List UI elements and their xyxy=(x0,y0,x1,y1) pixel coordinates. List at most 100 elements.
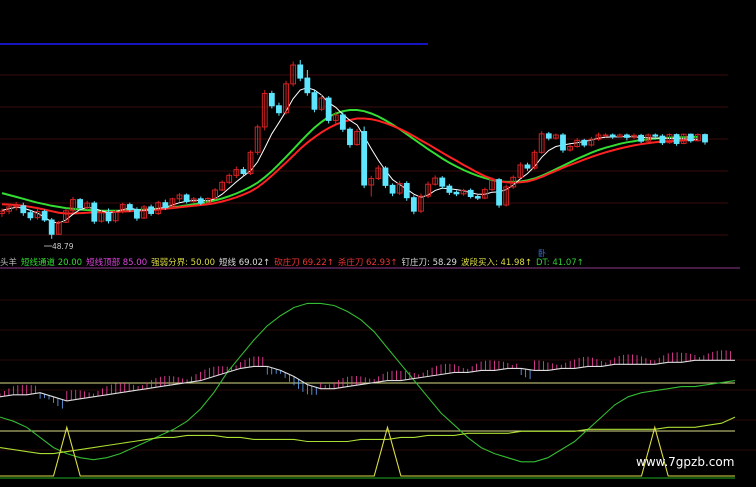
candle-body xyxy=(439,177,446,187)
candle xyxy=(531,150,538,170)
candle xyxy=(176,193,183,202)
candle xyxy=(446,183,453,195)
candle xyxy=(183,193,190,204)
candle xyxy=(588,136,595,147)
indicator-legend-item: 杀庄刀 62.93↑ xyxy=(337,258,398,268)
candle xyxy=(595,132,602,141)
candle-body xyxy=(389,184,396,194)
candle xyxy=(538,131,545,154)
candle xyxy=(602,133,609,138)
chart-canvas xyxy=(0,43,756,479)
candle-body xyxy=(325,97,332,121)
candle-body xyxy=(496,179,502,206)
candle xyxy=(347,127,353,148)
candle xyxy=(375,165,382,180)
candle xyxy=(467,188,474,199)
candle xyxy=(354,128,360,146)
candle xyxy=(489,177,495,192)
candle-body xyxy=(560,134,566,151)
candle-body xyxy=(382,167,389,186)
candle xyxy=(70,196,76,213)
candle xyxy=(460,188,467,196)
watermark: www.7gpzb.com xyxy=(636,455,735,469)
candle-body xyxy=(673,134,680,144)
candle-body xyxy=(702,134,708,143)
candle xyxy=(311,90,318,113)
candle xyxy=(389,183,396,197)
candle-body xyxy=(602,134,609,137)
indicator-series-line-3 xyxy=(0,425,735,477)
candle xyxy=(219,180,226,192)
candle-body xyxy=(524,164,531,169)
candle xyxy=(226,173,233,185)
candle-body xyxy=(183,194,190,203)
candle xyxy=(276,102,282,116)
candle xyxy=(439,176,446,189)
candle xyxy=(403,181,410,201)
candle xyxy=(432,175,439,186)
candle-body xyxy=(311,92,318,110)
candle-body xyxy=(148,206,155,214)
candle-body xyxy=(304,77,311,94)
candle xyxy=(261,90,268,131)
candle-body xyxy=(77,199,84,209)
indicator-legend-item: 砍庄刀 69.22↑ xyxy=(274,258,334,268)
candle xyxy=(141,205,147,219)
date-marker-label: 卧 xyxy=(538,249,546,258)
candle-body xyxy=(474,196,481,199)
candle xyxy=(368,175,375,197)
candle-body xyxy=(105,212,112,222)
candle xyxy=(283,80,289,115)
candle xyxy=(268,90,275,109)
candle-body xyxy=(467,189,474,198)
candle-body xyxy=(687,133,694,142)
candle xyxy=(304,70,311,96)
candle-body xyxy=(162,202,169,209)
indicator-series-line-1 xyxy=(0,416,736,455)
indicator-legend-item: 强弱分界: 50.00 xyxy=(151,258,216,268)
candle xyxy=(339,112,346,132)
indicator-legend-item: 短线 69.02↑ xyxy=(219,258,271,268)
candle xyxy=(98,210,105,223)
low-price-label: 48.79 xyxy=(52,242,74,251)
candle xyxy=(119,202,126,214)
candle xyxy=(148,204,155,216)
candle xyxy=(659,134,666,145)
candle xyxy=(567,144,573,152)
candle-body xyxy=(268,92,275,107)
candle-body xyxy=(403,182,410,199)
candle-body xyxy=(581,139,588,146)
candle-body xyxy=(361,131,368,186)
candle-body xyxy=(609,134,616,138)
price-panel xyxy=(0,60,708,247)
candle-body xyxy=(41,211,48,221)
candle-body xyxy=(27,212,34,219)
candle xyxy=(524,162,531,171)
candle xyxy=(290,61,297,87)
candle-body xyxy=(659,135,666,144)
candle-body xyxy=(545,133,552,139)
candle xyxy=(325,96,332,124)
candle-body xyxy=(347,128,353,146)
candle xyxy=(581,138,588,148)
candle xyxy=(134,207,140,221)
indicator-legend: 头羊 短线通道 20.00 短线顶部 85.00 强弱分界: 50.00 短线 69.0… xyxy=(0,256,588,270)
candle xyxy=(687,133,694,143)
candle xyxy=(48,218,55,239)
candle xyxy=(560,133,566,153)
candle-body xyxy=(91,202,98,222)
indicator-legend-item: DT: 41.07↑ xyxy=(535,258,584,268)
indicator-legend-item: 短线通道 20.00 xyxy=(21,258,83,268)
candle xyxy=(474,195,481,200)
candle-body xyxy=(638,134,644,142)
candle xyxy=(517,162,524,179)
candle xyxy=(702,133,708,145)
candle xyxy=(254,124,261,155)
candle-body xyxy=(410,197,417,212)
candle-body xyxy=(297,64,304,79)
candle xyxy=(297,60,304,82)
indicator-legend-item: 头羊 xyxy=(0,258,18,268)
candle-body xyxy=(20,205,27,214)
indicator-legend-item: 波段买入: 41.98↑ xyxy=(460,258,532,268)
candle-body xyxy=(276,105,282,114)
